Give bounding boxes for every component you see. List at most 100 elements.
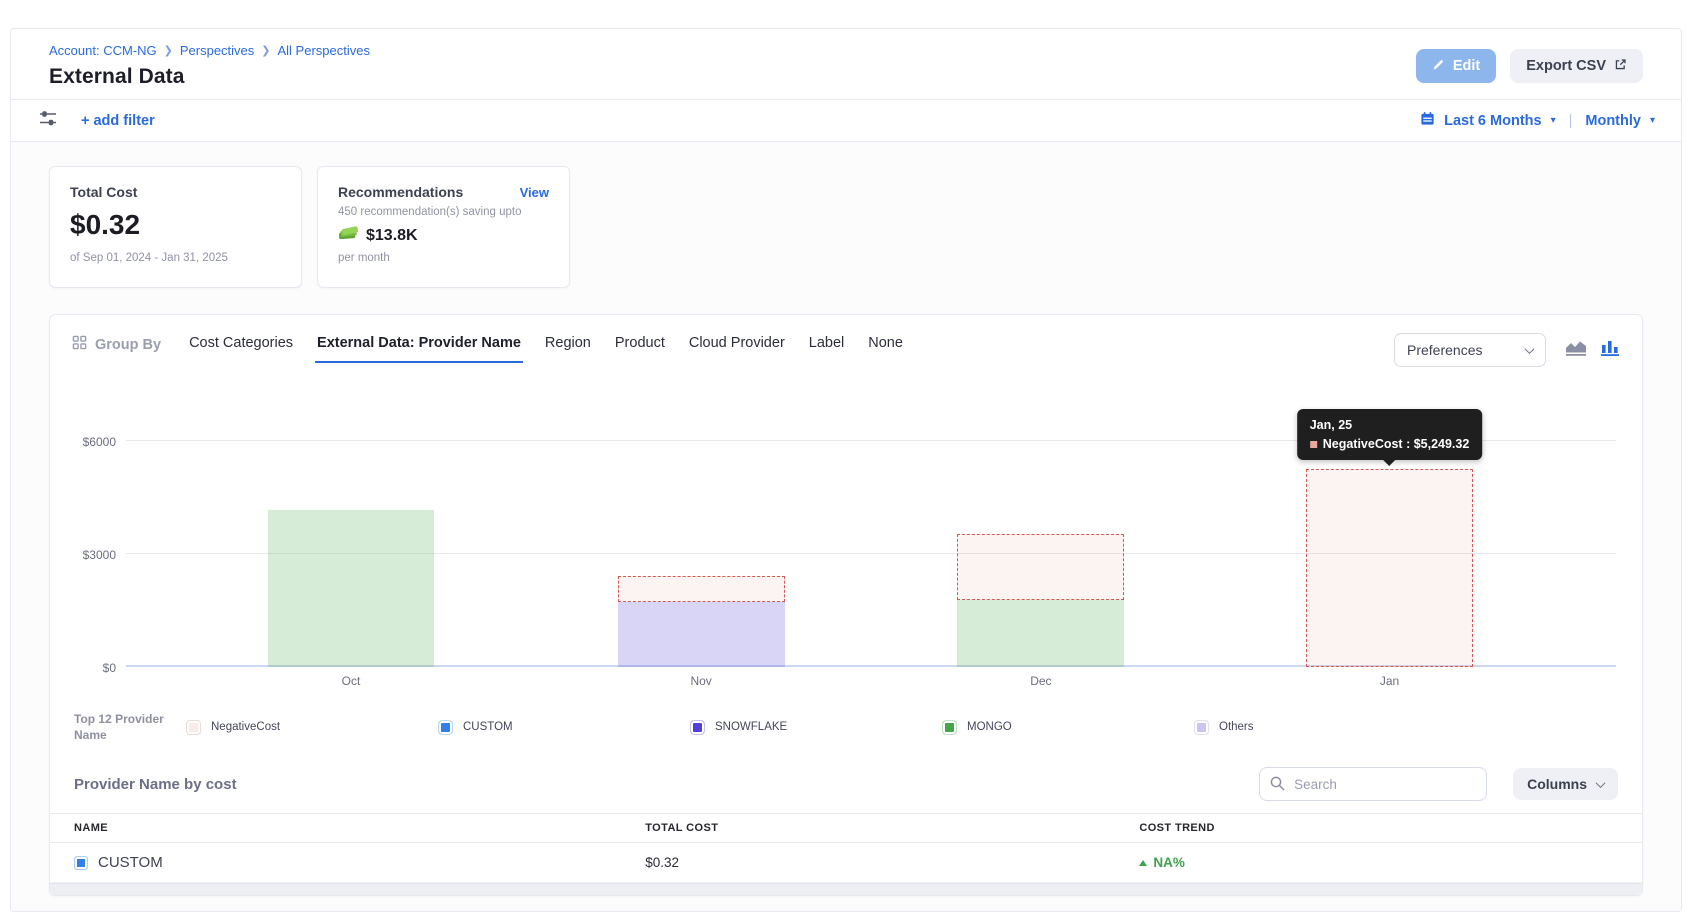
legend-item-negativecost[interactable]: NegativeCost: [186, 720, 438, 735]
legend-label: NegativeCost: [211, 721, 280, 733]
app-frame: Account: CCM-NG ❯ Perspectives ❯ All Per…: [10, 28, 1682, 912]
x-axis-label-jan: Jan: [1380, 674, 1399, 688]
provider-color-swatch: [74, 856, 88, 870]
bar-dec-mongo[interactable]: [957, 600, 1124, 667]
table-title: Provider Name by cost: [74, 776, 237, 793]
header-cost-trend: COST TREND: [1139, 822, 1618, 834]
caret-down-icon[interactable]: ▾: [1650, 116, 1655, 126]
breadcrumb-separator: ❯: [261, 44, 270, 57]
tooltip-title: Jan, 25: [1310, 418, 1470, 432]
page-title: External Data: [49, 65, 370, 89]
recommendations-card: Recommendations View 450 recommendation(…: [317, 166, 570, 288]
bar-nov-negativecost[interactable]: [618, 576, 785, 602]
legend-items: NegativeCost CUSTOM SNOWFLAKE MONGO Others: [186, 720, 1618, 735]
pencil-icon: [1432, 58, 1445, 75]
group-by-label: Group By: [72, 333, 161, 354]
recommendations-view-link[interactable]: View: [520, 185, 549, 200]
recommendations-title: Recommendations: [338, 184, 463, 200]
tooltip-value: NegativeCost : $5,249.32: [1323, 437, 1470, 451]
time-range-selector[interactable]: Last 6 Months: [1444, 113, 1541, 129]
legend-label: MONGO: [967, 721, 1012, 733]
tab-region[interactable]: Region: [543, 333, 593, 363]
edit-button[interactable]: Edit: [1416, 49, 1496, 83]
legend-title: Top 12 Provider Name: [74, 711, 186, 743]
page-body: Total Cost $0.32 of Sep 01, 2024 - Jan 3…: [11, 142, 1681, 912]
legend-label: CUSTOM: [463, 721, 513, 733]
money-icon: [338, 225, 359, 246]
table-search: [1259, 767, 1487, 801]
bar-dec-negativecost[interactable]: [957, 534, 1124, 601]
page-header: Account: CCM-NG ❯ Perspectives ❯ All Per…: [11, 29, 1681, 99]
perspective-panel: Group By Cost Categories External Data: P…: [49, 314, 1643, 896]
legend-label: SNOWFLAKE: [715, 721, 787, 733]
chevron-down-icon: [1525, 344, 1535, 354]
tooltip-series-bullet: [1310, 441, 1317, 448]
chart-tooltip: Jan, 25 NegativeCost : $5,249.32: [1297, 409, 1483, 460]
legend-swatch-mongo: [942, 720, 957, 735]
header-total-cost: TOTAL COST: [645, 822, 1139, 834]
y-axis-tick: $3000: [64, 548, 116, 562]
granularity-selector[interactable]: Monthly: [1585, 113, 1641, 129]
breadcrumb-separator: ❯: [164, 44, 173, 57]
legend-swatch-snowflake: [690, 720, 705, 735]
provider-cost-table: NAME TOTAL COST COST TREND CUSTOM $0.32 …: [50, 813, 1642, 895]
recommendations-per-month: per month: [338, 252, 549, 264]
legend-swatch-negativecost: [186, 720, 201, 735]
bar-nov-snowflake[interactable]: [618, 602, 785, 667]
legend-item-snowflake[interactable]: SNOWFLAKE: [690, 720, 942, 735]
external-link-icon: [1614, 58, 1627, 75]
search-input[interactable]: [1259, 767, 1487, 801]
breadcrumb-account[interactable]: Account: CCM-NG: [49, 43, 157, 58]
groupby-tabs: Cost Categories External Data: Provider N…: [187, 333, 905, 363]
tab-cloud-provider[interactable]: Cloud Provider: [687, 333, 787, 363]
breadcrumb-all-perspectives[interactable]: All Perspectives: [278, 43, 370, 58]
bar-oct-mongo[interactable]: [268, 510, 435, 667]
table-row[interactable]: CUSTOM $0.32 NA%: [50, 843, 1642, 883]
bar-jan-negativecost[interactable]: [1306, 469, 1473, 667]
export-csv-button[interactable]: Export CSV: [1510, 49, 1643, 83]
chart-plot: Jan, 25 NegativeCost : $5,249.32 OctNovD…: [126, 393, 1616, 667]
cost-chart: Jan, 25 NegativeCost : $5,249.32 OctNovD…: [64, 393, 1624, 693]
search-icon: [1269, 775, 1286, 792]
caret-down-icon[interactable]: ▾: [1551, 116, 1556, 126]
table-next-row-partial: [50, 883, 1642, 895]
chevron-down-icon: [1596, 778, 1606, 788]
tab-cost-categories[interactable]: Cost Categories: [187, 333, 295, 363]
tab-product[interactable]: Product: [613, 333, 667, 363]
row-total-cost: $0.32: [645, 855, 1139, 870]
area-chart-icon[interactable]: [1564, 339, 1588, 362]
filter-bar: + add filter Last 6 Months ▾ | Monthly ▾: [11, 100, 1681, 142]
y-axis-tick: $0: [64, 661, 116, 675]
trend-up-icon: [1139, 860, 1147, 866]
tab-none[interactable]: None: [866, 333, 905, 363]
legend-swatch-others: [1194, 720, 1209, 735]
total-cost-value: $0.32: [70, 209, 281, 241]
y-axis-tick: $6000: [64, 435, 116, 449]
header-name: NAME: [74, 822, 645, 834]
separator: |: [1569, 113, 1573, 129]
row-provider-name: CUSTOM: [98, 854, 163, 871]
legend-item-custom[interactable]: CUSTOM: [438, 720, 690, 735]
tab-label[interactable]: Label: [807, 333, 846, 363]
tab-external-data-provider-name[interactable]: External Data: Provider Name: [315, 333, 523, 363]
row-cost-trend: NA%: [1153, 855, 1185, 870]
recommendations-savings: $13.8K: [366, 227, 418, 245]
preferences-dropdown[interactable]: Preferences: [1394, 333, 1546, 367]
columns-button[interactable]: Columns: [1513, 768, 1618, 800]
x-axis-label-dec: Dec: [1030, 674, 1051, 688]
total-cost-period: of Sep 01, 2024 - Jan 31, 2025: [70, 252, 281, 264]
x-axis-label-oct: Oct: [342, 674, 361, 688]
legend-swatch-custom: [438, 720, 453, 735]
bar-chart-icon[interactable]: [1600, 339, 1620, 362]
legend-label: Others: [1219, 721, 1254, 733]
legend-item-others[interactable]: Others: [1194, 720, 1446, 735]
legend-item-mongo[interactable]: MONGO: [942, 720, 1194, 735]
table-header-row: NAME TOTAL COST COST TREND: [50, 813, 1642, 843]
breadcrumb-perspectives[interactable]: Perspectives: [180, 43, 254, 58]
add-filter-link[interactable]: + add filter: [81, 113, 155, 129]
calendar-icon: [1420, 111, 1435, 130]
total-cost-card: Total Cost $0.32 of Sep 01, 2024 - Jan 3…: [49, 166, 302, 288]
filter-sliders-icon[interactable]: [39, 111, 57, 131]
breadcrumb: Account: CCM-NG ❯ Perspectives ❯ All Per…: [49, 43, 370, 58]
total-cost-title: Total Cost: [70, 184, 281, 200]
